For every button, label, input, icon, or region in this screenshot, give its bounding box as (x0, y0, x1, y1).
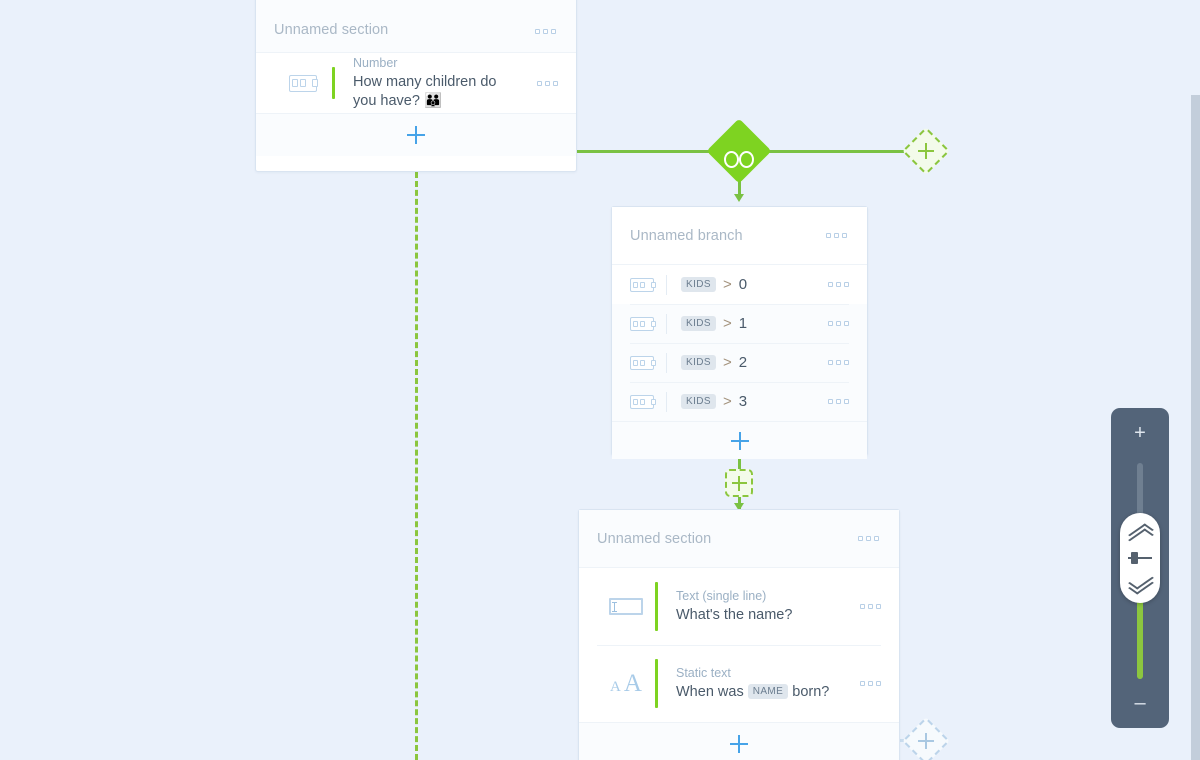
flow-canvas[interactable]: Unnamed section Number How many children… (0, 0, 1200, 760)
chevron-up-icon[interactable] (1131, 528, 1149, 539)
condition-variable-chip: KIDS (681, 355, 716, 370)
condition-row[interactable]: KIDS > 0 (612, 265, 867, 304)
static-text-token: NAME (747, 683, 789, 699)
zoom-control-panel[interactable]: + – (1111, 408, 1169, 728)
condition-menu-button[interactable] (826, 356, 851, 369)
zoom-out-button[interactable]: – (1111, 683, 1169, 723)
field-question-text: How many children do you have? 👪 (353, 73, 497, 109)
branch-header: Unnamed branch (612, 207, 867, 265)
section-bottom-header: Unnamed section (579, 510, 899, 568)
zoom-in-button[interactable]: + (1111, 413, 1169, 453)
number-input-icon (274, 74, 332, 92)
number-input-icon (630, 277, 658, 292)
field-menu-button[interactable] (858, 677, 883, 690)
divider (666, 352, 667, 373)
condition-row[interactable]: KIDS > 3 (612, 382, 867, 421)
section-top-title: Unnamed section (274, 22, 389, 38)
section-card-bottom[interactable]: Unnamed section Text (single line) What'… (578, 509, 900, 760)
zoom-slider-handle[interactable] (1120, 513, 1160, 603)
plus-icon (918, 143, 934, 159)
edge-into-logic-node (576, 150, 718, 153)
plus-icon (918, 733, 934, 749)
slider-handle-icon[interactable] (1128, 551, 1152, 564)
static-text-icon: AA (610, 669, 642, 697)
static-text-suffix: born? (788, 683, 830, 700)
condition-menu-button[interactable] (826, 395, 851, 408)
field-row[interactable]: Text (single line) What's the name? (579, 568, 899, 645)
divider (666, 313, 667, 334)
field-type-label: Static text (676, 665, 731, 680)
chevron-down-icon[interactable] (1131, 577, 1149, 588)
field-menu-button[interactable] (535, 77, 560, 90)
section-bottom-add-field-row[interactable] (579, 722, 899, 760)
condition-value: 2 (738, 354, 748, 371)
add-condition-plus-icon[interactable] (730, 431, 749, 450)
vertical-scrollbar-thumb[interactable] (1191, 95, 1200, 760)
static-text-prefix: When was (676, 683, 748, 700)
section-card-top[interactable]: Unnamed section Number How many children… (255, 0, 577, 172)
dashed-connector-left (415, 172, 418, 760)
divider (666, 391, 667, 412)
logic-node[interactable] (706, 118, 772, 184)
field-row[interactable]: AA Static text When was NAME born? (579, 645, 899, 722)
section-top-add-field-row[interactable] (256, 113, 576, 156)
condition-operator: > (722, 393, 732, 410)
branch-title: Unnamed branch (630, 227, 743, 244)
number-input-icon (630, 316, 658, 331)
branch-card[interactable]: Unnamed branch KIDS > 0 KIDS > 1 KIDS > … (611, 206, 868, 459)
field-type-label: Number (353, 55, 398, 70)
field-type-label: Text (single line) (676, 588, 767, 603)
add-field-plus-icon[interactable] (730, 735, 748, 753)
field-question-text: What's the name? (676, 606, 793, 623)
condition-operator: > (722, 354, 732, 371)
field-question-text: When was NAME born? (676, 683, 848, 702)
number-input-icon (630, 355, 658, 370)
number-input-icon (630, 394, 658, 409)
condition-variable-chip: KIDS (681, 277, 716, 292)
add-node-right-top-button[interactable] (901, 126, 951, 176)
add-field-plus-icon[interactable] (407, 126, 425, 144)
condition-menu-button[interactable] (826, 278, 851, 291)
plus-icon (731, 475, 747, 491)
section-top-header: Unnamed section (256, 0, 576, 53)
condition-value: 3 (738, 393, 748, 410)
section-bottom-title: Unnamed section (597, 530, 712, 547)
field-menu-button[interactable] (858, 600, 883, 613)
text-single-line-icon (597, 598, 655, 615)
section-top-menu-button[interactable] (533, 25, 558, 38)
add-node-right-bottom-button[interactable] (901, 716, 951, 760)
branch-conditions-list: KIDS > 0 KIDS > 1 KIDS > 2 KIDS > 3 (612, 265, 867, 421)
condition-row[interactable]: KIDS > 2 (612, 343, 867, 382)
branch-add-condition-row[interactable] (612, 421, 867, 459)
condition-operator: > (722, 315, 732, 332)
add-node-between-button[interactable] (725, 469, 753, 497)
edge-logic-to-add-right (761, 150, 909, 153)
field-row[interactable]: Number How many children do you have? 👪 (256, 53, 576, 113)
condition-value: 0 (738, 276, 748, 293)
divider (666, 274, 667, 295)
section-bottom-menu-button[interactable] (856, 532, 881, 545)
condition-variable-chip: KIDS (681, 316, 716, 331)
condition-value: 1 (738, 315, 748, 332)
condition-variable-chip: KIDS (681, 394, 716, 409)
condition-menu-button[interactable] (826, 317, 851, 330)
condition-row[interactable]: KIDS > 1 (612, 304, 867, 343)
arrowhead-to-branch (734, 194, 744, 202)
branch-menu-button[interactable] (824, 229, 849, 242)
condition-operator: > (722, 276, 732, 293)
